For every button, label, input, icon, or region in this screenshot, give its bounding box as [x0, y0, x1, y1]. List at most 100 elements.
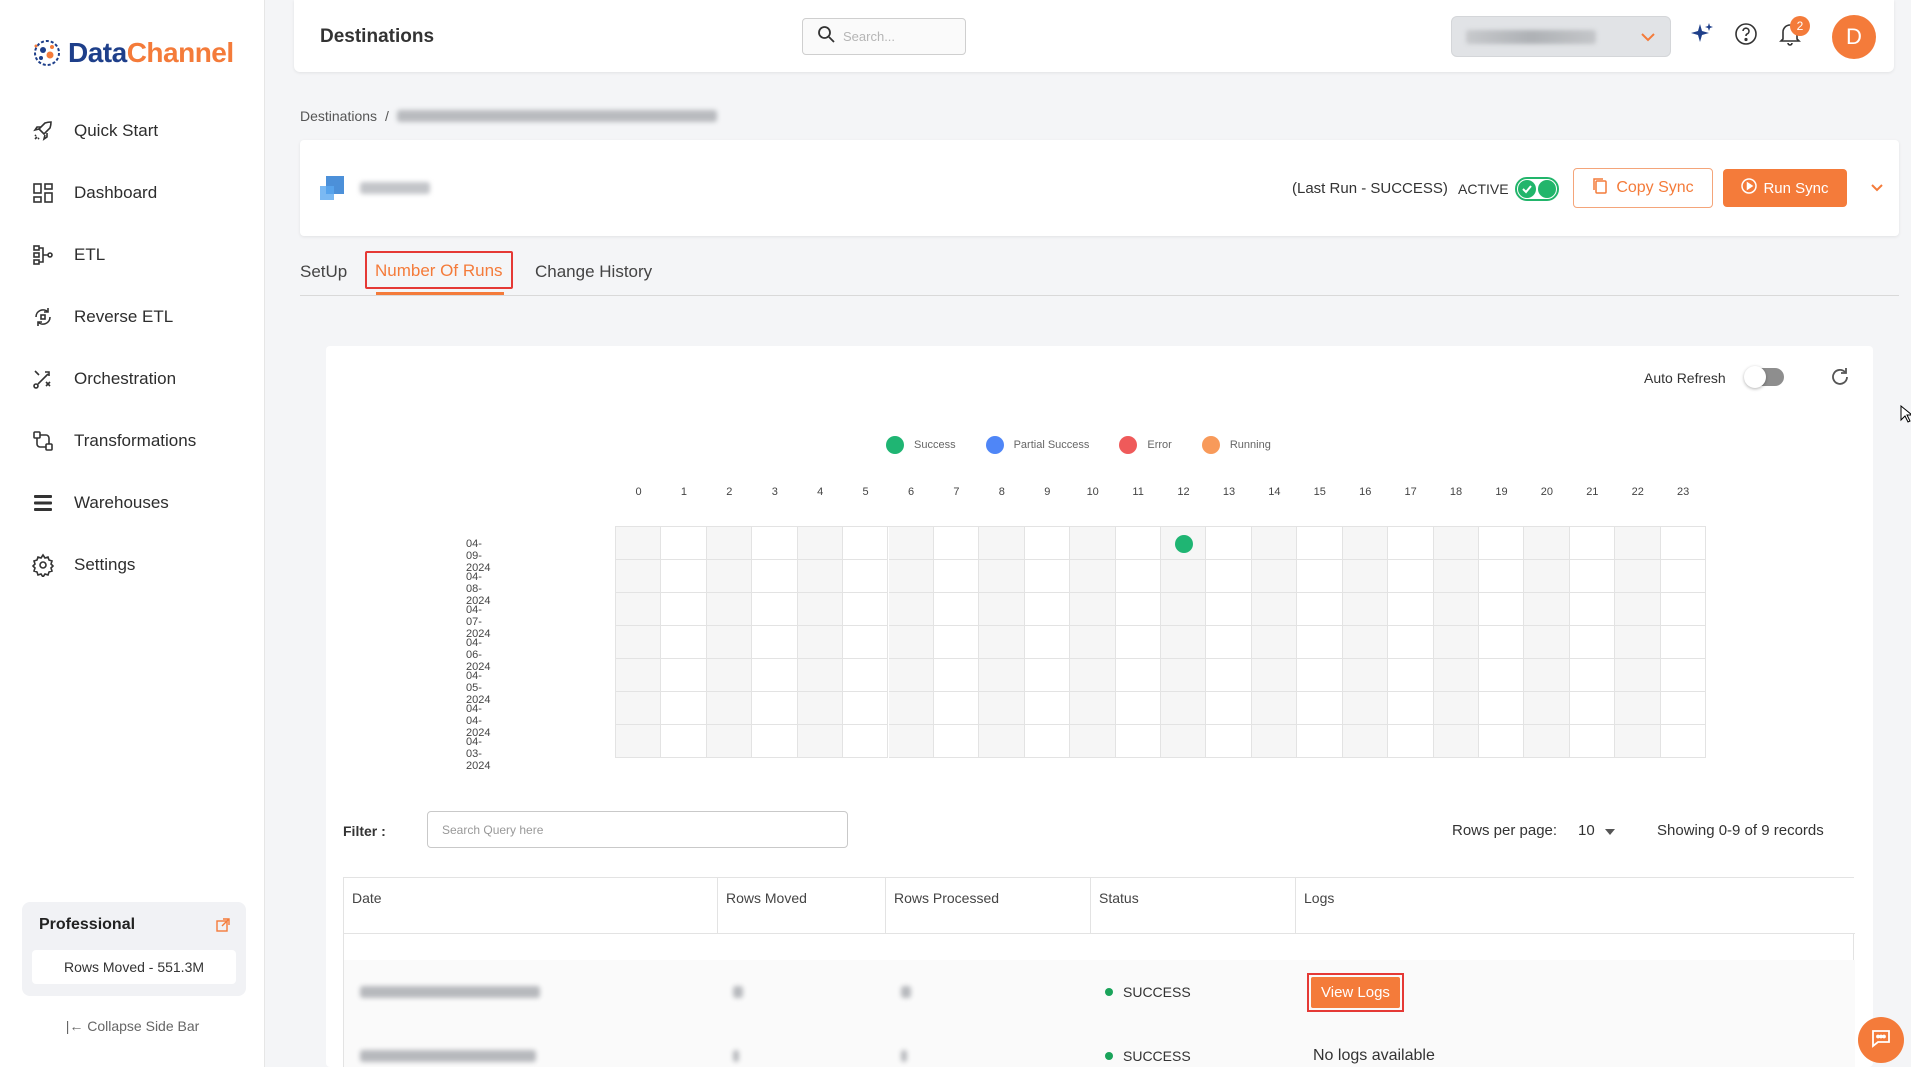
status-text: SUCCESS	[1123, 984, 1191, 1000]
notifications-button[interactable]: 2	[1776, 16, 1810, 50]
sidebar-item-orchestration[interactable]: Orchestration	[0, 348, 265, 410]
chat-support-button[interactable]	[1858, 1017, 1904, 1063]
heatmap-hour-label: 7	[953, 486, 960, 498]
tab-setup[interactable]: SetUp	[300, 254, 347, 290]
workspace-selector[interactable]	[1451, 16, 1671, 57]
collapse-sidebar-button[interactable]: |← Collapse Side Bar	[0, 1018, 265, 1034]
heatmap-cell	[1524, 692, 1570, 725]
warehouses-icon	[30, 490, 56, 516]
heatmap-cell	[706, 593, 753, 626]
heatmap-cell	[1115, 560, 1161, 593]
heatmap-cell	[1388, 659, 1434, 692]
heatmap-cell	[1024, 560, 1071, 593]
external-link-icon[interactable]	[216, 918, 230, 937]
chevron-down-icon[interactable]	[1868, 178, 1886, 201]
breadcrumb-separator: /	[385, 108, 389, 124]
status-dot	[1105, 1052, 1113, 1060]
heatmap-cell	[752, 659, 798, 692]
heatmap-cell	[1070, 692, 1116, 725]
legend-label: Running	[1229, 439, 1271, 451]
heatmap-cell	[1478, 692, 1525, 725]
heatmap-cell	[752, 560, 798, 593]
heatmap-cell	[1161, 560, 1207, 593]
ai-sparkle-button[interactable]	[1688, 22, 1716, 50]
heatmap-hour-label: 0	[635, 486, 642, 498]
rows-moved-value: Rows Moved - 551.3M	[32, 950, 236, 984]
heatmap-cell	[797, 692, 844, 725]
records-count: Showing 0-9 of 9 records	[1657, 822, 1824, 839]
copy-sync-button[interactable]: Copy Sync	[1573, 168, 1713, 208]
rocket-icon	[30, 118, 56, 144]
heatmap-hour-label: 5	[862, 486, 869, 498]
avatar[interactable]: D	[1832, 15, 1876, 59]
breadcrumb-destinations-link[interactable]: Destinations	[300, 108, 377, 124]
heatmap-cell	[979, 659, 1025, 692]
plan-title: Professional	[39, 916, 136, 933]
heatmap-cell	[1206, 725, 1252, 758]
heatmap-cell	[1251, 725, 1298, 758]
heatmap-cell	[1615, 593, 1661, 626]
heatmap-cell	[1070, 527, 1116, 560]
heatmap-cell	[797, 626, 844, 659]
search-box[interactable]	[802, 18, 966, 55]
view-logs-button[interactable]: View Logs	[1307, 972, 1404, 1012]
sidebar-item-etl[interactable]: ETL	[0, 224, 265, 286]
breadcrumb: Destinations /	[300, 108, 717, 124]
destination-header-card: (Last Run - SUCCESS) ACTIVE Copy Sync Ru…	[300, 140, 1899, 236]
tab-change-history[interactable]: Change History	[535, 254, 652, 290]
heatmap-cell	[888, 593, 934, 626]
heatmap-cell	[706, 725, 753, 758]
filter-search-input[interactable]	[427, 811, 848, 848]
column-header-status[interactable]: Status	[1090, 878, 1295, 934]
tab-number-of-runs[interactable]: Number Of Runs	[365, 251, 513, 289]
datachannel-logo[interactable]: DataChannel	[30, 36, 234, 70]
table-header: Date Rows Moved Rows Processed Status Lo…	[344, 878, 1855, 934]
sidebar-item-dashboard[interactable]: Dashboard	[0, 162, 265, 224]
etl-icon	[30, 242, 56, 268]
heatmap-cell	[1660, 527, 1707, 560]
search-input[interactable]	[843, 29, 953, 44]
sidebar-item-quick-start[interactable]: Quick Start	[0, 100, 265, 162]
column-header-date[interactable]: Date	[344, 878, 717, 934]
table-row: SUCCESS View Logs	[344, 960, 1855, 1024]
rows-per-page-select[interactable]: 10	[1578, 822, 1615, 839]
heatmap-cell	[1660, 593, 1707, 626]
heatmap-cell	[1660, 560, 1707, 593]
refresh-icon[interactable]	[1829, 366, 1851, 393]
sidebar-item-transformations[interactable]: Transformations	[0, 410, 265, 472]
active-toggle[interactable]	[1515, 177, 1559, 201]
legend-item-error: Error	[1119, 436, 1172, 454]
sidebar-item-settings[interactable]: Settings	[0, 534, 265, 596]
heatmap-cell	[979, 692, 1025, 725]
column-header-logs[interactable]: Logs	[1295, 878, 1855, 934]
legend-dot	[985, 436, 1004, 454]
heatmap-cell	[1478, 626, 1525, 659]
run-status-dot[interactable]	[1174, 534, 1193, 553]
auto-refresh-toggle[interactable]	[1744, 366, 1784, 388]
heatmap-cell	[1297, 725, 1343, 758]
sidebar-item-warehouses[interactable]: Warehouses	[0, 472, 265, 534]
heatmap-cell	[1161, 626, 1207, 659]
heatmap-cell	[1342, 659, 1389, 692]
heatmap-cell	[1660, 659, 1707, 692]
gear-icon	[30, 552, 56, 578]
logo-text: DataChannel	[68, 37, 234, 69]
help-button[interactable]	[1732, 22, 1760, 50]
heatmap-cell	[1569, 527, 1616, 560]
collapse-left-icon: |←	[65, 1018, 84, 1034]
heatmap-cell	[1251, 659, 1298, 692]
run-sync-button[interactable]: Run Sync	[1723, 169, 1847, 207]
heatmap-cell	[888, 527, 934, 560]
column-header-rows-moved[interactable]: Rows Moved	[717, 878, 885, 934]
cell-rows-moved	[717, 1024, 885, 1067]
heatmap-cell	[1342, 560, 1389, 593]
heatmap-cell	[616, 527, 662, 560]
heatmap-cell	[1342, 725, 1389, 758]
heatmap-cell	[1615, 692, 1661, 725]
column-header-rows-processed[interactable]: Rows Processed	[885, 878, 1090, 934]
sidebar-item-reverse-etl[interactable]: Reverse ETL	[0, 286, 265, 348]
destination-name-redacted	[360, 182, 430, 194]
chat-icon	[1869, 1026, 1893, 1055]
sidebar-item-label: Settings	[74, 555, 136, 574]
cell-rows-processed	[885, 960, 1090, 1024]
